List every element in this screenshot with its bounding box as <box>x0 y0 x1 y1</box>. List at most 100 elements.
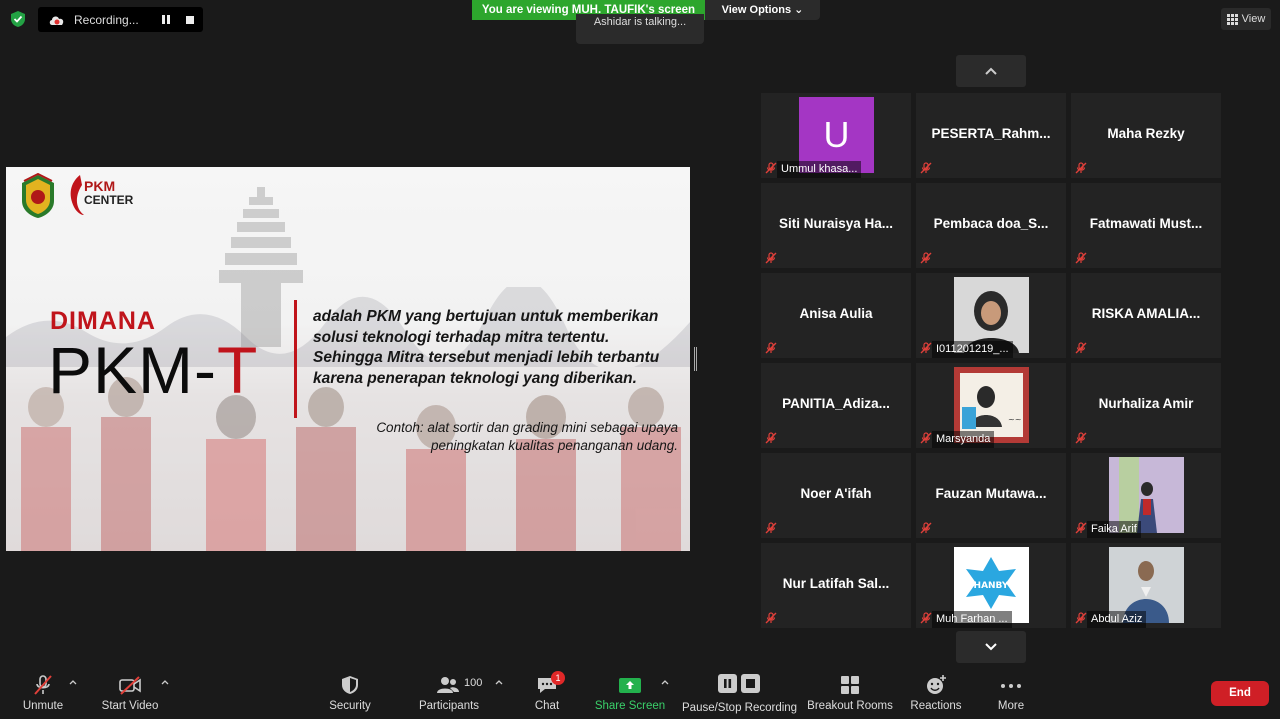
participants-button[interactable]: 100 Participants <box>416 665 482 719</box>
muted-mic-icon <box>1075 612 1087 624</box>
svg-text:~~: ~~ <box>1008 415 1021 424</box>
start-video-button[interactable]: Start Video <box>98 665 162 719</box>
chat-label: Chat <box>534 700 560 712</box>
participants-icon <box>437 677 459 693</box>
participants-label: Participants <box>418 700 480 712</box>
participant-tile[interactable]: Fatmawati Must... <box>1071 183 1221 268</box>
participant-name: Marsyanda <box>932 431 995 448</box>
video-options-caret-icon[interactable] <box>161 678 169 686</box>
chat-unread-badge: 1 <box>551 671 565 685</box>
muted-microphone-icon <box>34 675 52 695</box>
security-button[interactable]: Security <box>322 665 378 719</box>
chevron-down-icon: ⌄ <box>794 4 804 16</box>
muted-mic-icon <box>1075 252 1087 264</box>
pkm-t-red: T <box>217 333 259 407</box>
participant-tile[interactable]: ~~ Marsyanda <box>916 363 1066 448</box>
muted-mic-icon <box>1075 432 1087 444</box>
muted-mic-icon <box>920 342 932 354</box>
security-shield-icon[interactable] <box>10 10 26 28</box>
participant-name: Maha Rezky <box>1107 126 1185 141</box>
pkm-t-title: PKM-T <box>48 335 258 405</box>
participant-name: I011201219_... <box>932 341 1013 358</box>
participants-count: 100 <box>464 677 483 689</box>
participant-tile[interactable]: Maha Rezky <box>1071 93 1221 178</box>
participant-name: Muh Farhan ... <box>932 611 1012 628</box>
share-screen-button[interactable]: Share Screen <box>594 665 666 719</box>
muted-mic-icon <box>765 252 777 264</box>
participant-tile[interactable]: I011201219_... <box>916 273 1066 358</box>
breakout-rooms-icon <box>841 676 859 694</box>
participant-name: PANITIA_Adiza... <box>782 396 890 411</box>
participant-name: RISKA AMALIA... <box>1091 306 1201 321</box>
pkm-t-main: PKM- <box>48 333 217 407</box>
participant-tile[interactable]: Anisa Aulia <box>761 273 911 358</box>
breakout-rooms-button[interactable]: Breakout Rooms <box>806 665 894 719</box>
muted-mic-icon <box>765 342 777 354</box>
shared-screen: PKM CENTER DIMANA PKM-T adalah PKM yang … <box>6 167 690 551</box>
muted-mic-icon <box>920 252 932 264</box>
participant-name: Nur Latifah Sal... <box>782 576 890 591</box>
gallery-prev-page-button[interactable] <box>956 55 1026 87</box>
view-options-button[interactable]: View Options ⌄ <box>705 0 820 20</box>
participant-name: Nurhaliza Amir <box>1098 396 1194 411</box>
muted-mic-icon <box>765 162 777 174</box>
audio-options-caret-icon[interactable] <box>69 678 77 686</box>
pause-stop-recording-icon <box>718 674 760 693</box>
center-logo-text: CENTER <box>84 193 134 207</box>
chat-button[interactable]: 1 Chat <box>527 665 567 719</box>
participant-tile[interactable]: Faika Arif <box>1071 453 1221 538</box>
chevron-up-icon <box>985 67 997 75</box>
dimana-heading: DIMANA <box>50 307 156 335</box>
participant-tile[interactable]: Fauzan Mutawa... <box>916 453 1066 538</box>
unmute-button[interactable]: Unmute <box>12 665 74 719</box>
participant-tile[interactable]: RISKA AMALIA... <box>1071 273 1221 358</box>
participant-name: Anisa Aulia <box>799 306 873 321</box>
more-button[interactable]: More <box>990 665 1032 719</box>
more-dots-icon <box>1001 684 1021 688</box>
end-meeting-button[interactable]: End <box>1211 681 1269 706</box>
gallery-next-page-button[interactable] <box>956 631 1026 663</box>
pkm-center-logo: PKM CENTER <box>66 171 136 221</box>
participant-name: PESERTA_Rahm... <box>931 126 1051 141</box>
stop-recording-icon[interactable] <box>186 15 194 24</box>
reactions-smiley-icon <box>927 675 946 694</box>
recording-indicator: Recording... <box>38 7 203 32</box>
participant-tile[interactable]: Noer A'ifah <box>761 453 911 538</box>
muted-mic-icon <box>765 432 777 444</box>
participant-tile[interactable]: Siti Nuraisya Ha... <box>761 183 911 268</box>
reactions-label: Reactions <box>910 700 962 712</box>
split-view-handle[interactable] <box>694 347 697 371</box>
participant-name: Faika Arif <box>1087 521 1141 538</box>
slide-divider-bar <box>294 300 297 418</box>
reactions-button[interactable]: Reactions <box>906 665 966 719</box>
pause-stop-recording-button[interactable]: Pause/Stop Recording <box>682 665 797 719</box>
participant-name: Pembaca doa_S... <box>933 216 1049 231</box>
meeting-toolbar: Unmute Start Video Security 100 Particip… <box>0 665 1280 719</box>
grid-view-icon <box>1226 13 1238 25</box>
view-options-label: View Options <box>721 4 792 16</box>
video-off-icon <box>119 676 141 695</box>
share-screen-label: Share Screen <box>594 700 666 712</box>
shield-icon <box>342 676 358 694</box>
participant-tile[interactable]: PANITIA_Adiza... <box>761 363 911 448</box>
unmute-label: Unmute <box>22 700 64 712</box>
pause-recording-icon[interactable] <box>162 14 172 25</box>
recording-label: Recording... <box>74 12 139 27</box>
chevron-down-icon <box>985 643 997 651</box>
cloud-recording-icon <box>49 15 64 25</box>
svg-text:HANBY: HANBY <box>974 581 1009 591</box>
muted-mic-icon <box>920 162 932 174</box>
participant-tile[interactable]: PESERTA_Rahm... <box>916 93 1066 178</box>
participant-name: Siti Nuraisya Ha... <box>778 216 894 231</box>
share-options-caret-icon[interactable] <box>661 678 669 686</box>
participant-tile[interactable]: Nurhaliza Amir <box>1071 363 1221 448</box>
participant-tile[interactable]: Nur Latifah Sal... <box>761 543 911 628</box>
slide-description: adalah PKM yang bertujuan untuk memberik… <box>313 308 660 387</box>
pkm-logo-text: PKM <box>84 178 116 194</box>
participant-tile[interactable]: Pembaca doa_S... <box>916 183 1066 268</box>
view-button[interactable]: View <box>1221 8 1271 30</box>
participant-tile[interactable]: HANBY Muh Farhan ... <box>916 543 1066 628</box>
participant-tile[interactable]: U Ummul khasa... <box>761 93 911 178</box>
participant-tile[interactable]: Abdul Aziz <box>1071 543 1221 628</box>
participants-caret-icon[interactable] <box>495 678 503 686</box>
